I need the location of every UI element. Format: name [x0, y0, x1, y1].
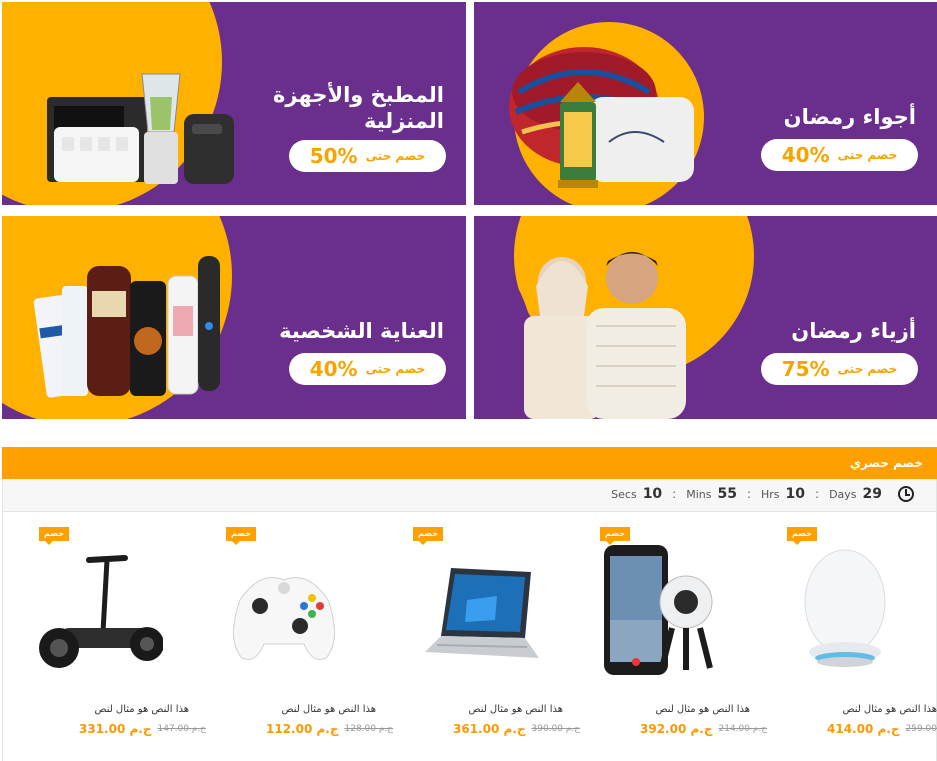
banner-title: أزياء رمضان	[791, 319, 916, 343]
days-label: Days	[829, 487, 857, 501]
discount-pill: خصم حتى 40%	[761, 139, 918, 171]
personal-care-image	[33, 256, 220, 398]
product-old-price: 390.00 ج.م	[531, 724, 581, 734]
product-price: 392.00 ج.م	[640, 722, 713, 736]
product-old-price: 147.00 ج.م	[157, 724, 207, 734]
product-name: هذا النص هو مثال لنص	[655, 704, 750, 715]
speaker-image	[804, 549, 886, 667]
colon-separator: :	[815, 487, 820, 501]
days-value: 29	[862, 486, 882, 502]
product-card[interactable]: خصم هذا النص هو مثال لنص 414.00 ج.م 259.…	[751, 512, 937, 761]
discount-value: 50%	[309, 144, 358, 168]
discount-label: خصم حتى	[365, 362, 426, 376]
countdown-timer: Secs 10 : Mins 55 : Hrs 10 : Days 29	[611, 486, 914, 502]
discount-value: 75%	[781, 357, 830, 381]
product-old-price: 259.00 ج.م	[905, 724, 937, 734]
discount-badge: خصم	[600, 527, 630, 545]
secs-label: Secs	[611, 487, 637, 501]
banner-title: العناية الشخصية	[279, 319, 444, 343]
promo-banners: أجواء رمضان خصم حتى 40% المطبخ والأجهزة …	[0, 0, 937, 430]
exclusive-deal-header: خصم حصري	[2, 447, 937, 479]
product-price: 361.00 ج.م	[453, 722, 526, 736]
discount-value: 40%	[309, 357, 358, 381]
discount-badge: خصم	[226, 527, 256, 545]
banner-title: أجواء رمضان	[783, 105, 916, 129]
banner-title-line2: المنزلية	[364, 109, 444, 133]
banner-ramadan-fashion[interactable]: أزياء رمضان خصم حتى 75%	[474, 216, 937, 419]
scooter-image	[39, 555, 163, 668]
discount-value: 40%	[781, 143, 830, 167]
discount-pill: خصم حتى 75%	[761, 353, 918, 385]
banner-ramadan-decor[interactable]: أجواء رمضان خصم حتى 40%	[474, 2, 937, 205]
product-name: هذا النص هو مثال لنص	[281, 704, 376, 715]
ramadan-fashion-image	[524, 252, 686, 419]
product-prices: 112.00 ج.م 128.00 ج.م	[266, 722, 393, 736]
ramadan-decor-image	[509, 47, 694, 188]
phone-camera-image	[604, 545, 713, 675]
controller-image	[233, 577, 335, 660]
product-card[interactable]: خصم هذا النص هو مثال لنص 361.00 ج.م 390.…	[377, 512, 580, 761]
product-price: 414.00 ج.م	[827, 722, 900, 736]
countdown-bar: Secs 10 : Mins 55 : Hrs 10 : Days 29	[2, 479, 937, 512]
discount-badge: خصم	[787, 527, 817, 545]
mins-label: Mins	[686, 487, 712, 501]
product-card[interactable]: خصم هذا النص هو مثال لنص 331.00 ج.م 147.…	[3, 512, 206, 761]
colon-separator: :	[672, 487, 677, 501]
deal-title: خصم حصري	[850, 456, 923, 470]
product-price: 331.00 ج.م	[79, 722, 152, 736]
mins-value: 55	[717, 486, 737, 502]
discount-pill: خصم حتى 40%	[289, 353, 446, 385]
discount-badge: خصم	[39, 527, 69, 545]
products-grid: خصم هذا النص هو مثال لنص 414.00 ج.م 259.…	[2, 512, 937, 761]
discount-badge: خصم	[413, 527, 443, 545]
discount-label: خصم حتى	[837, 362, 898, 376]
hrs-value: 10	[785, 486, 806, 502]
laptop-image	[425, 568, 539, 658]
discount-label: خصم حتى	[837, 148, 898, 162]
kitchen-appliances-image	[47, 73, 234, 184]
banner-kitchen[interactable]: المطبخ والأجهزة المنزلية خصم حتى 50%	[2, 2, 466, 205]
product-name: هذا النص هو مثال لنص	[842, 704, 937, 715]
product-price: 112.00 ج.م	[266, 722, 339, 736]
banner-personal-care[interactable]: العناية الشخصية خصم حتى 40%	[2, 216, 466, 419]
product-prices: 331.00 ج.م 147.00 ج.م	[79, 722, 206, 736]
product-prices: 361.00 ج.م 390.00 ج.م	[453, 722, 580, 736]
product-prices: 392.00 ج.م 214.00 ج.م	[640, 722, 767, 736]
colon-separator: :	[746, 487, 751, 501]
product-prices: 414.00 ج.م 259.00 ج.م	[827, 722, 937, 736]
product-old-price: 128.00 ج.م	[344, 724, 394, 734]
discount-label: خصم حتى	[365, 149, 426, 163]
product-name: هذا النص هو مثال لنص	[94, 704, 189, 715]
hrs-label: Hrs	[761, 487, 780, 501]
discount-pill: خصم حتى 50%	[289, 140, 446, 172]
secs-value: 10	[642, 486, 663, 502]
product-card[interactable]: خصم هذا النص هو مثال لنص 112.00 ج.م 128.…	[190, 512, 393, 761]
clock-icon	[898, 486, 914, 502]
product-name: هذا النص هو مثال لنص	[468, 704, 563, 715]
product-old-price: 214.00 ج.م	[718, 724, 768, 734]
product-card[interactable]: خصم هذا النص هو مثال لنص 392.00 ج.م 214.…	[564, 512, 767, 761]
